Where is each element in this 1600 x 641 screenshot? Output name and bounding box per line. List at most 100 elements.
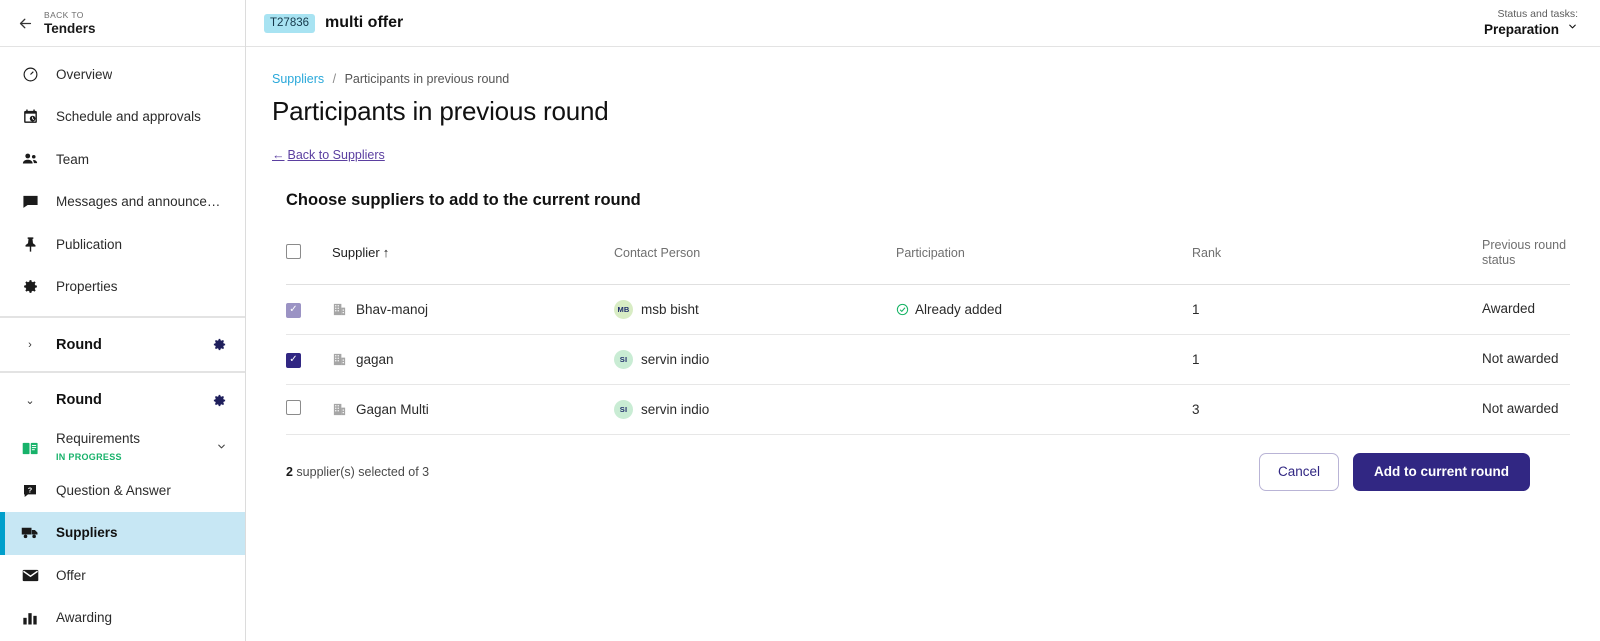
book-icon	[18, 441, 42, 456]
question-chat-icon: ?	[18, 483, 42, 499]
contact-cell: SI servin indio	[614, 334, 896, 385]
participation-cell: Already added	[896, 284, 1192, 335]
supplier-name: gagan	[356, 351, 394, 367]
selection-count: 2 supplier(s) selected of 3	[286, 465, 429, 479]
sidebar-round-collapsed[interactable]: › Round	[0, 317, 245, 372]
check-icon: ✓	[289, 304, 298, 316]
envelope-icon	[18, 569, 42, 582]
supplier-sort-control[interactable]: Supplier ↑	[332, 245, 389, 260]
truck-icon	[18, 526, 42, 540]
building-icon	[332, 302, 347, 317]
rank-cell: 3	[1192, 384, 1482, 435]
row-checkbox[interactable]: ✓	[286, 302, 301, 318]
page-content: Suppliers / Participants in previous rou…	[246, 47, 1600, 641]
sidebar-label: Schedule and approvals	[56, 109, 201, 125]
chevron-right-icon: ›	[28, 338, 32, 351]
column-header-previous-round-status: Previous round status	[1482, 232, 1570, 285]
awarding-text: Awarding	[56, 609, 245, 627]
status-badge: IN PROGRESS	[56, 452, 122, 463]
sidebar-item-requirements[interactable]: Requirements IN PROGRESS	[0, 427, 245, 470]
avatar: MB	[614, 299, 633, 319]
supplier-name: Gagan Multi	[356, 401, 429, 417]
cancel-button[interactable]: Cancel	[1258, 452, 1339, 491]
sidebar-label: Suppliers	[56, 525, 118, 541]
sidebar-item-suppliers[interactable]: Suppliers	[0, 512, 245, 555]
contact-name: servin indio	[641, 401, 710, 417]
section-title: Choose suppliers to add to the current r…	[286, 191, 641, 209]
supplier-name: Bhav-manoj	[356, 301, 429, 317]
sidebar-label: Offer	[56, 567, 86, 583]
table-footer: 2 supplier(s) selected of 3 Cancel Add t…	[286, 452, 1530, 491]
requirements-text: Requirements IN PROGRESS	[56, 431, 216, 465]
back-to-suppliers-link[interactable]: ← Back to Suppliers	[272, 148, 385, 162]
contact-name: servin indio	[641, 351, 710, 367]
back-to-tenders[interactable]: BACK TO Tenders	[0, 0, 245, 47]
pin-icon	[18, 236, 42, 253]
suppliers-table-wrapper: Supplier ↑ Contact Person Participation	[286, 232, 1570, 435]
sidebar-label: Requirements	[56, 431, 141, 447]
sidebar-item-publication[interactable]: Publication	[0, 223, 245, 266]
sidebar: BACK TO Tenders Overview Schedule and ap…	[0, 0, 246, 641]
gear-icon[interactable]	[212, 393, 227, 408]
sidebar-label: Overview	[56, 66, 113, 82]
chevron-down-icon[interactable]	[216, 441, 245, 455]
left-arrow-icon: ←	[272, 148, 285, 162]
column-header-supplier[interactable]: Supplier ↑	[332, 232, 614, 285]
supplier-cell: Bhav-manoj	[332, 284, 614, 335]
supplier-cell: Gagan Multi	[332, 384, 614, 435]
status-dropdown[interactable]: Preparation	[1484, 21, 1578, 39]
avatar: SI	[614, 399, 633, 419]
row-checkbox[interactable]	[286, 400, 301, 415]
suppliers-text: Suppliers	[56, 524, 245, 542]
sidebar-round-expanded[interactable]: ⌄ Round	[0, 372, 245, 427]
tender-id-badge: T27836	[264, 13, 316, 33]
sidebar-item-offer[interactable]: Offer	[0, 555, 245, 598]
breadcrumb-current: Participants in previous round	[344, 72, 510, 86]
building-icon	[332, 352, 347, 367]
status-and-tasks: Status and tasks: Preparation	[1484, 7, 1578, 39]
sidebar-item-properties[interactable]: Properties	[0, 266, 245, 309]
topbar: T27836 multi offer Status and tasks: Pre…	[246, 0, 1600, 47]
sidebar-item-awarding[interactable]: Awarding	[0, 597, 245, 640]
sidebar-label: Properties	[56, 279, 118, 295]
table-row[interactable]: ✓ Bhav-manoj MB msb bisht Already added …	[286, 284, 1570, 335]
chat-icon	[18, 193, 42, 210]
column-label: Participation	[896, 245, 965, 260]
contact-name: msb bisht	[641, 301, 699, 317]
column-label: Previous round status	[1482, 237, 1567, 267]
main-area: T27836 multi offer Status and tasks: Pre…	[246, 0, 1600, 641]
select-all-header	[286, 232, 332, 285]
add-to-current-round-button[interactable]: Add to current round	[1353, 452, 1530, 491]
sidebar-item-messages-and-announcements[interactable]: Messages and announcem...	[0, 181, 245, 224]
table-row[interactable]: Gagan Multi SI servin indio 3 Not awarde…	[286, 384, 1570, 435]
qa-text: Question & Answer	[56, 482, 245, 500]
sidebar-item-schedule-and-approvals[interactable]: Schedule and approvals	[0, 96, 245, 139]
back-title: Tenders	[44, 20, 96, 36]
back-arrow-icon	[14, 12, 36, 34]
status-kicker: Status and tasks:	[1497, 8, 1578, 20]
sidebar-item-overview[interactable]: Overview	[0, 53, 245, 96]
building-icon	[332, 402, 347, 417]
row-checkbox[interactable]: ✓	[286, 352, 301, 368]
rank-cell: 1	[1192, 284, 1482, 335]
selected-number: 2	[286, 464, 293, 479]
offer-text: Offer	[56, 567, 245, 585]
sort-asc-icon: ↑	[382, 245, 390, 261]
svg-text:?: ?	[28, 485, 33, 494]
back-text: BACK TO Tenders	[44, 10, 96, 37]
select-all-checkbox[interactable]	[286, 243, 301, 259]
breadcrumb-link-suppliers[interactable]: Suppliers	[272, 72, 324, 86]
selected-text: supplier(s) selected of 3	[292, 464, 430, 479]
column-label: Contact Person	[614, 245, 701, 260]
previous-status-cell: Awarded	[1482, 284, 1570, 335]
gear-icon[interactable]	[212, 337, 227, 352]
check-circle-icon	[896, 303, 909, 316]
table-row[interactable]: ✓ gagan SI servin indio 1 Not awarded	[286, 334, 1570, 385]
sidebar-label: Question & Answer	[56, 482, 171, 498]
sidebar-item-question-and-answer[interactable]: ? Question & Answer	[0, 470, 245, 513]
people-icon	[18, 150, 42, 168]
row-checkbox-cell	[286, 384, 332, 435]
row-checkbox-cell: ✓	[286, 334, 332, 385]
sidebar-item-team[interactable]: Team	[0, 138, 245, 181]
page-title: Participants in previous round	[272, 96, 609, 126]
